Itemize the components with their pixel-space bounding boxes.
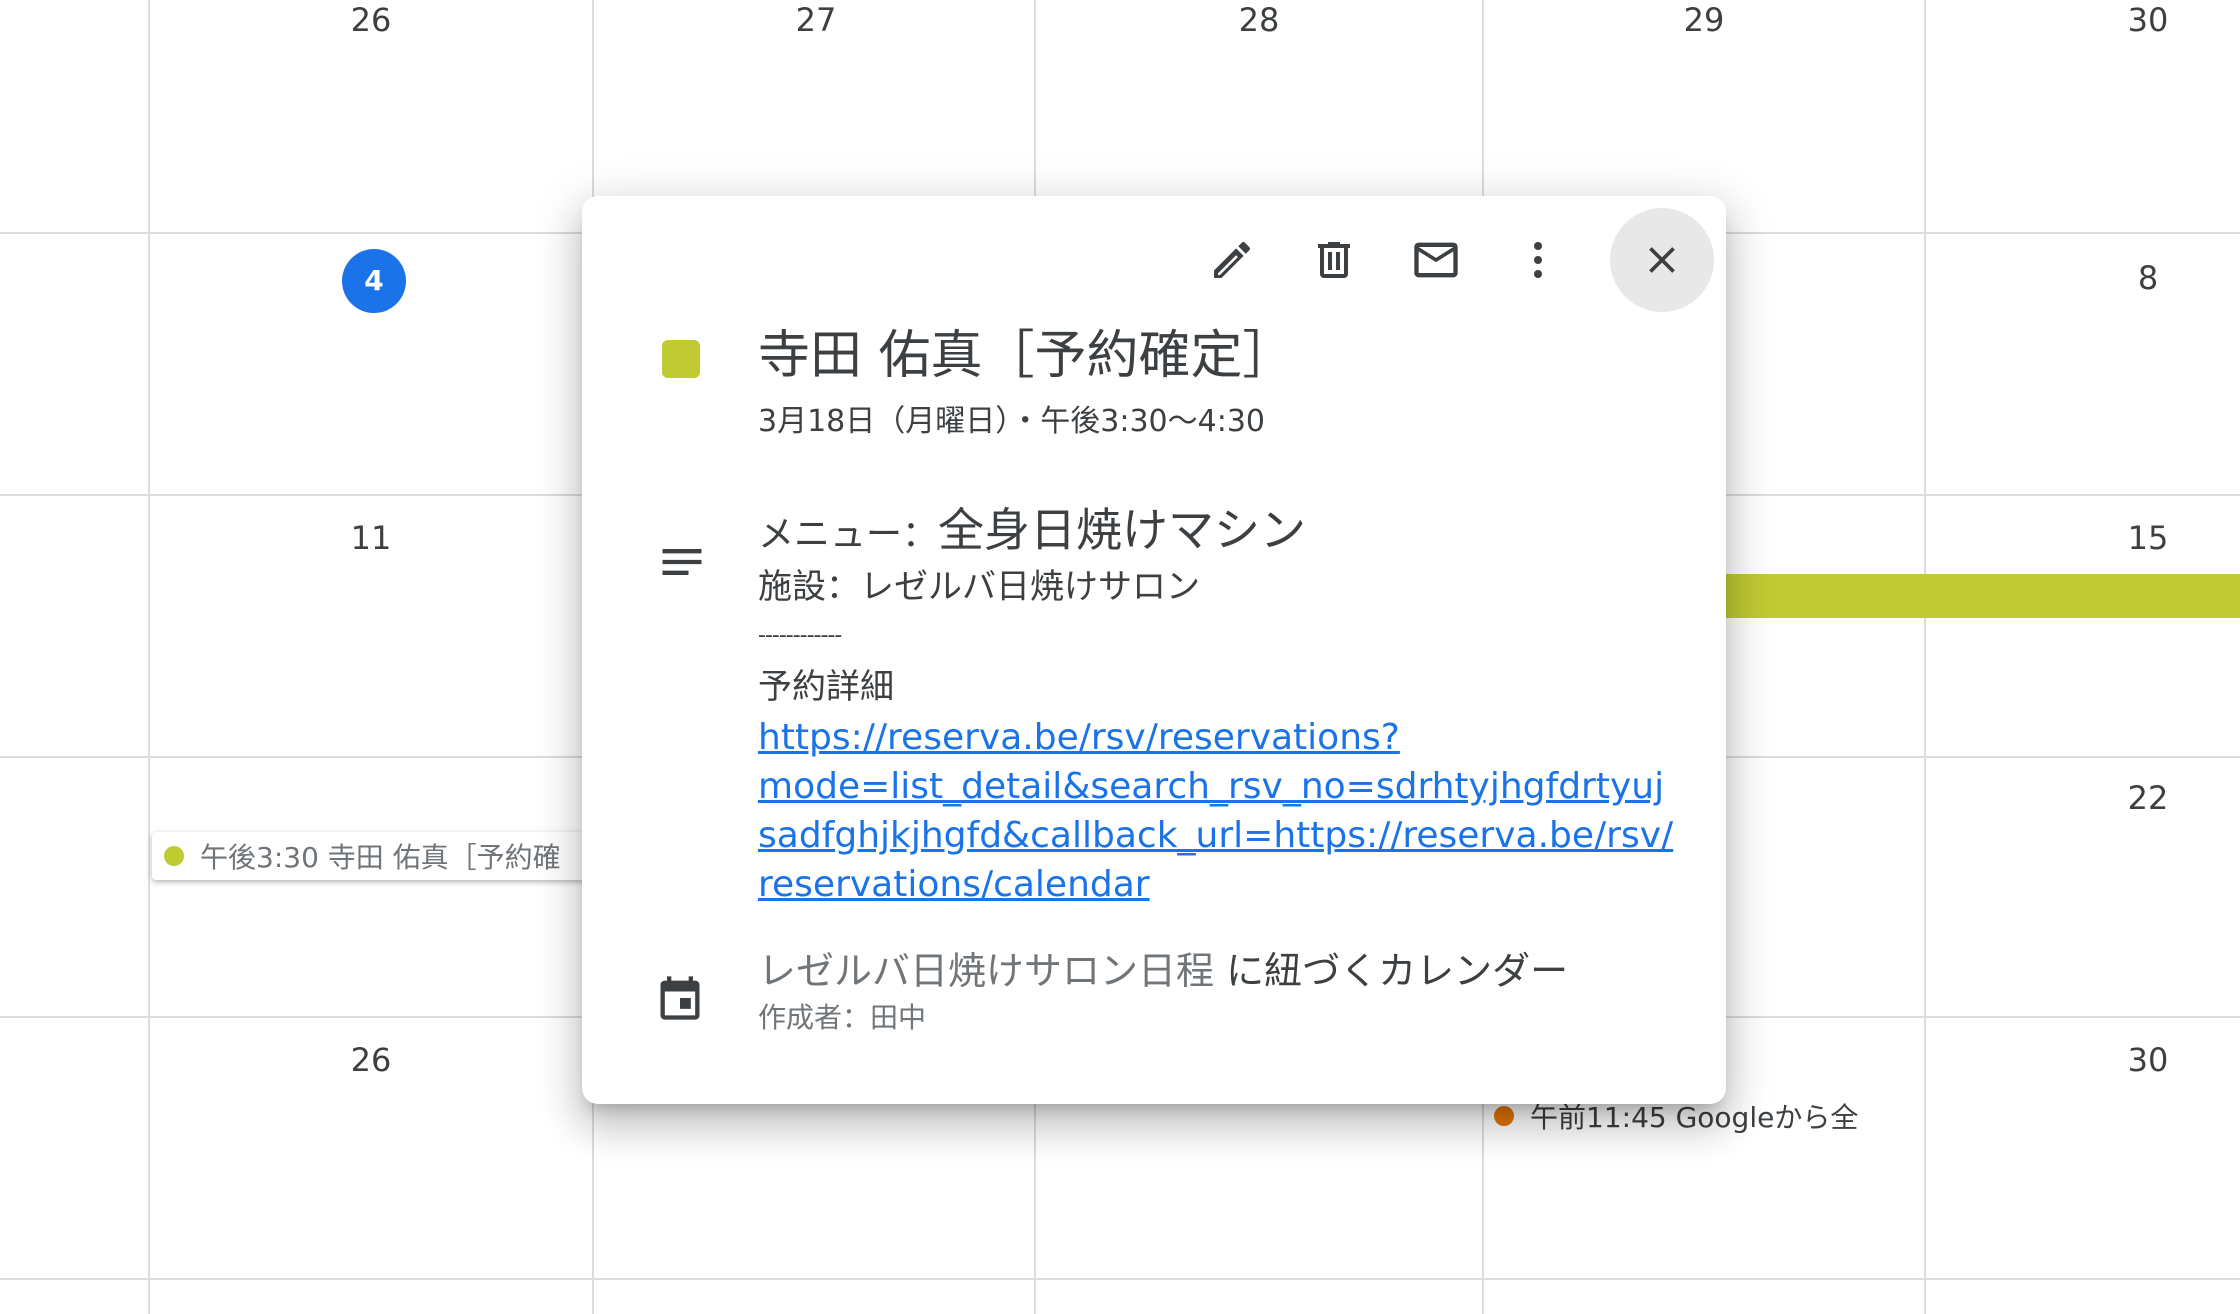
event-color-dot	[1494, 1106, 1514, 1126]
event-creator: 作成者：田中	[758, 1001, 927, 1034]
day-number[interactable]: 26	[311, 0, 431, 40]
pencil-icon	[1214, 241, 1251, 278]
close-icon	[1649, 247, 1675, 273]
day-number[interactable]: 15	[2088, 518, 2208, 558]
mail-icon	[1414, 242, 1458, 278]
reservation-link[interactable]: sadfghjkjhgfd&callback_url=https://reser…	[758, 811, 1673, 860]
calendar-name: レゼルバ日焼けサロン日程 に紐づくカレンダー	[758, 946, 1568, 996]
reservation-link[interactable]: mode=list_detail&search_rsv_no=sdrhtyjhg…	[758, 762, 1664, 811]
multi-day-event-bar[interactable]	[1700, 574, 2240, 618]
grid-line	[1924, 0, 1926, 1314]
description-divider: ------------	[758, 623, 842, 648]
reservation-link[interactable]: reservations/calendar	[758, 860, 1658, 909]
event-detail-popup: 寺田 佑真［予約確定］ 3月18日（月曜日）・午後3:30〜4:30 メニュー：…	[582, 196, 1726, 1104]
more-vert-icon	[1534, 242, 1542, 278]
day-number[interactable]: 22	[2088, 778, 2208, 818]
calendar-icon	[654, 972, 706, 1028]
day-number[interactable]: 30	[2088, 0, 2208, 40]
grid-line	[148, 0, 150, 1314]
calendar-name-suffix: に紐づくカレンダー	[1214, 949, 1569, 993]
grid-line	[0, 1278, 2240, 1280]
reservation-link[interactable]: https://reserva.be/rsv/reservations?	[758, 713, 1658, 762]
event-title: 寺田 佑真［予約確定］	[758, 326, 1295, 386]
menu-label: メニュー：	[758, 514, 939, 555]
calendar-month-view: 26 27 28 29 30 4 8 11 15 22 午後3:30 寺田 佑真…	[0, 0, 2240, 1314]
day-number[interactable]: 8	[2088, 258, 2208, 298]
event-chip[interactable]: 午後3:30 寺田 佑真［予約確	[152, 832, 592, 880]
event-chip-label: 午後3:30 寺田 佑真［予約確	[200, 841, 561, 874]
day-number[interactable]: 26	[311, 1040, 431, 1080]
description-icon	[656, 536, 708, 592]
day-number[interactable]: 28	[1199, 0, 1319, 40]
email-guests-button[interactable]	[1386, 210, 1486, 310]
event-color-dot	[164, 846, 184, 866]
facility-line: 施設：レゼルバ日焼けサロン	[758, 567, 1200, 607]
reservation-details-label: 予約詳細	[758, 667, 894, 707]
close-button[interactable]	[1610, 208, 1714, 312]
event-color-swatch	[662, 340, 700, 378]
menu-line: メニュー：全身日焼けマシン	[758, 502, 1658, 563]
more-options-button[interactable]	[1488, 210, 1588, 310]
day-number[interactable]: 29	[1644, 0, 1764, 40]
day-number[interactable]: 27	[756, 0, 876, 40]
day-number[interactable]: 11	[311, 518, 431, 558]
event-description: メニュー：全身日焼けマシン 施設：レゼルバ日焼けサロン ------------…	[758, 502, 1673, 909]
edit-event-button[interactable]	[1182, 210, 1282, 310]
event-datetime: 3月18日（月曜日）・午後3:30〜4:30	[758, 404, 1265, 439]
day-number[interactable]: 30	[2088, 1040, 2208, 1080]
today-day-number[interactable]: 4	[342, 249, 406, 313]
trash-icon	[1318, 242, 1350, 278]
delete-event-button[interactable]	[1284, 210, 1384, 310]
calendar-name-link[interactable]: レゼルバ日焼けサロン日程	[758, 949, 1214, 993]
menu-value: 全身日焼けマシン	[938, 503, 1307, 557]
